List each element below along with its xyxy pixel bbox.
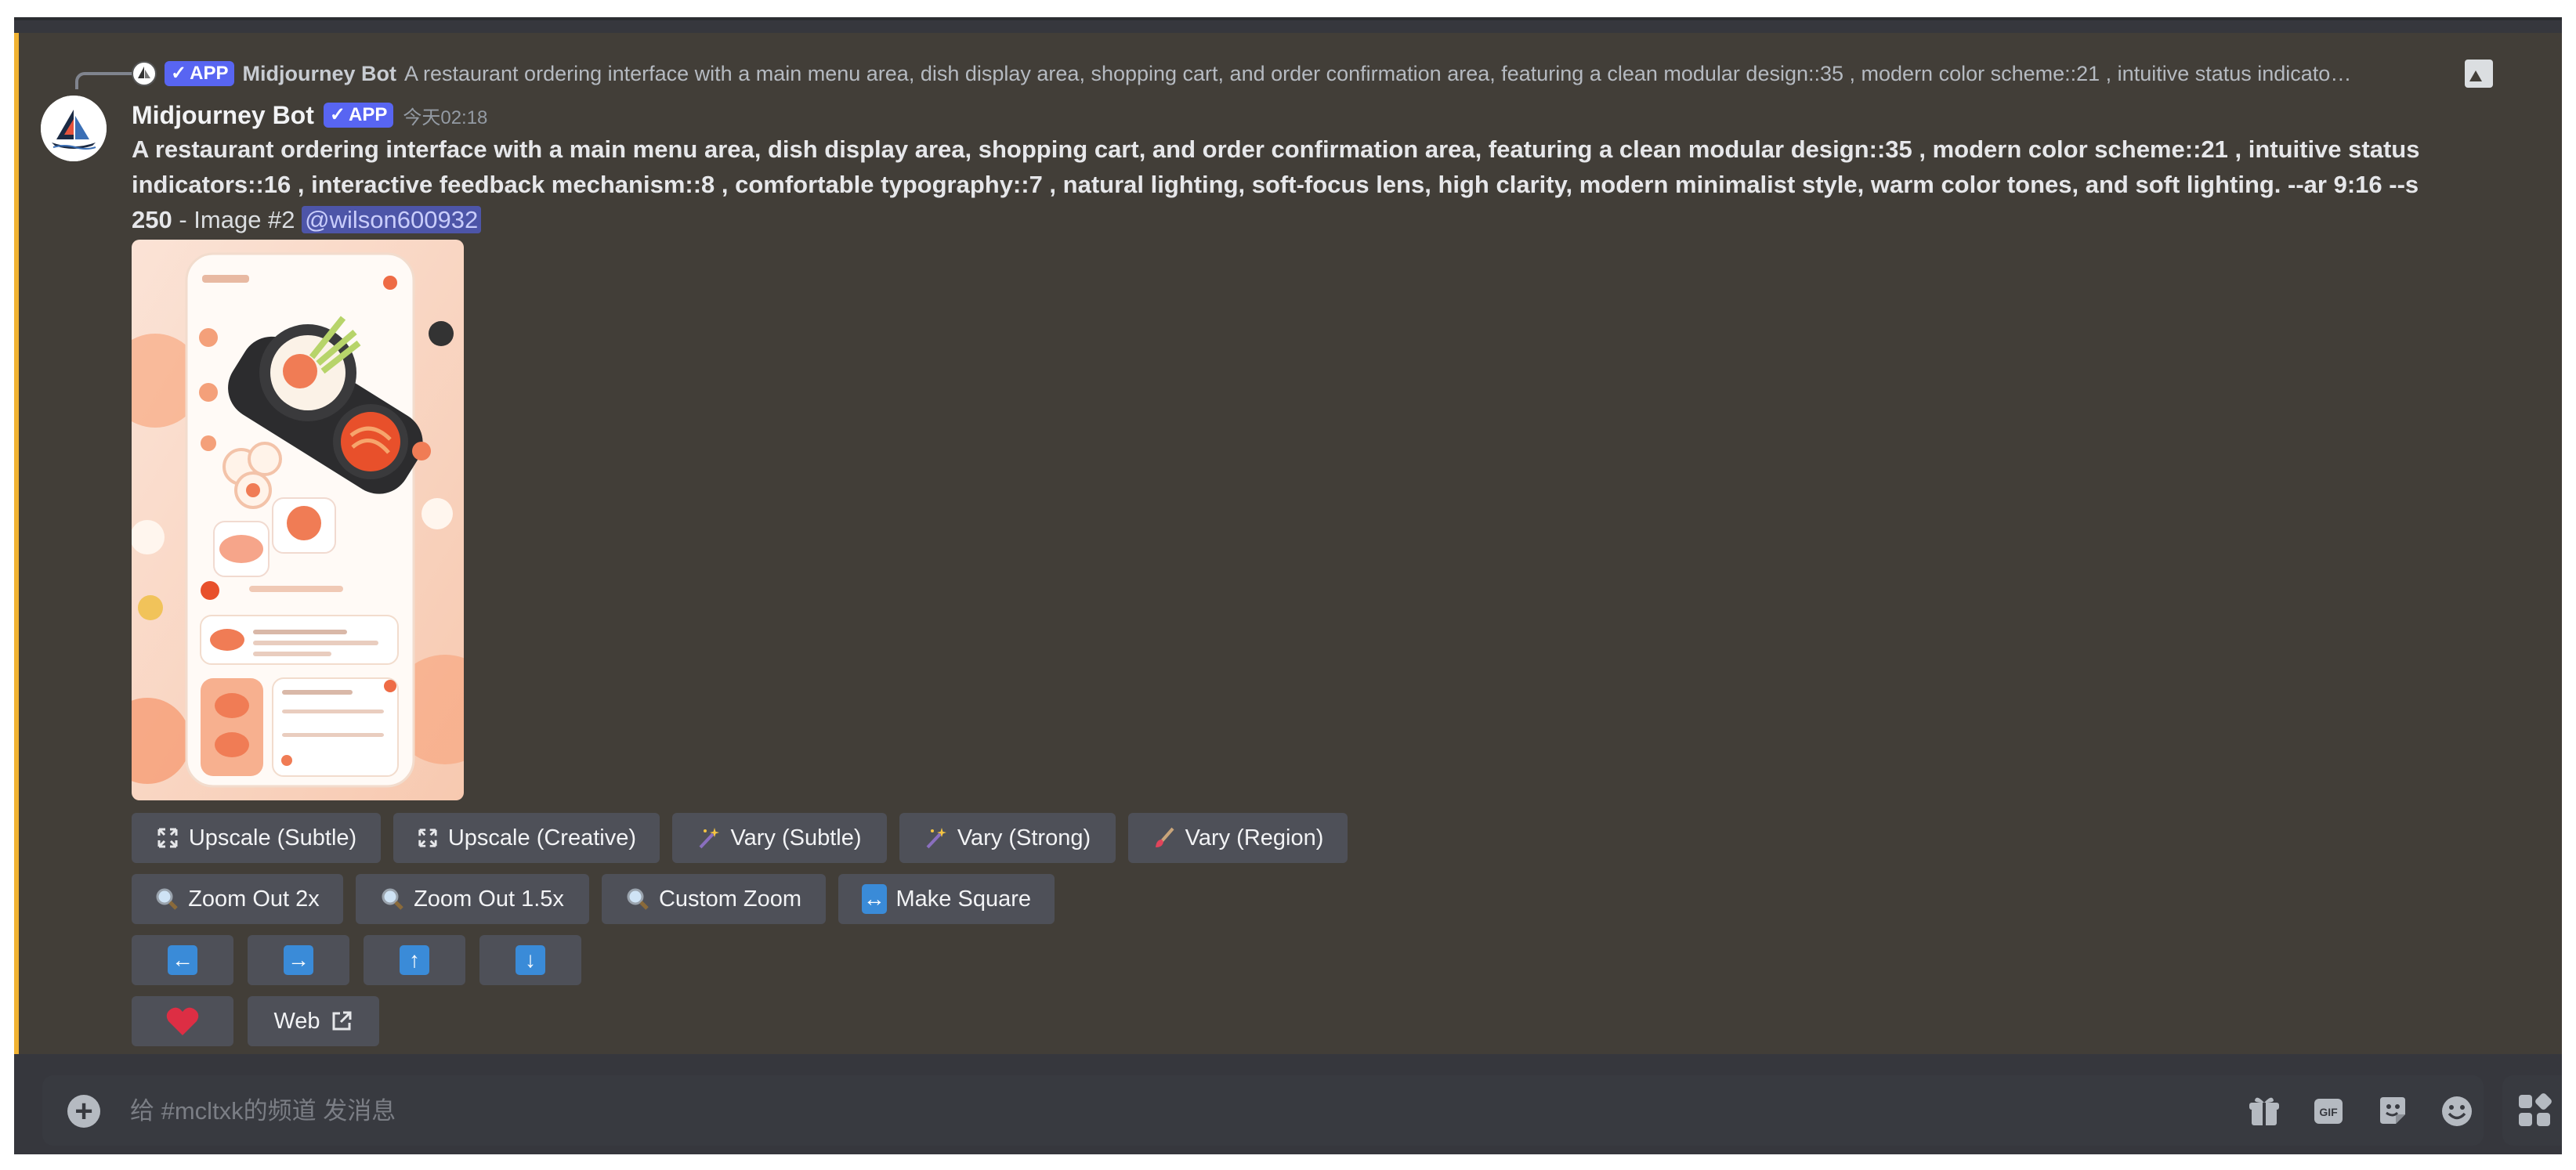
upscale-creative-label: Upscale (Creative) xyxy=(447,825,636,850)
vary-strong-button[interactable]: Vary (Strong) xyxy=(899,813,1116,863)
zoom-out-1-5x-button[interactable]: Zoom Out 1.5x xyxy=(356,874,589,924)
sparkle-wand-icon xyxy=(699,828,720,849)
app-badge-label: APP xyxy=(348,104,388,125)
message-input-bar: + GIF xyxy=(42,1075,2484,1146)
sticker-icon[interactable] xyxy=(2374,1092,2411,1130)
zoom-out-2x-button[interactable]: Zoom Out 2x xyxy=(132,874,343,924)
reply-author[interactable]: Midjourney Bot xyxy=(242,62,396,86)
generated-image[interactable] xyxy=(132,240,464,800)
web-button[interactable]: Web xyxy=(248,996,379,1046)
magnifier-icon xyxy=(382,888,403,910)
vary-region-label: Vary (Region) xyxy=(1185,825,1324,850)
expand-icon xyxy=(157,828,178,848)
arrow-right-icon: → xyxy=(284,945,313,975)
message-input[interactable] xyxy=(128,1088,2169,1135)
paintbrush-icon xyxy=(1155,827,1174,847)
top-divider xyxy=(14,17,2562,20)
highlight-accent-bar xyxy=(14,33,19,1054)
pan-row: ← → ↑ ↓ xyxy=(132,935,581,985)
heart-icon xyxy=(166,1007,199,1035)
message-container: ✓ APP Midjourney Bot A restaurant orderin… xyxy=(14,33,2562,1054)
custom-zoom-button[interactable]: Custom Zoom xyxy=(602,874,826,924)
favorite-button[interactable] xyxy=(132,996,233,1046)
gift-icon[interactable] xyxy=(2245,1092,2283,1130)
vary-strong-label: Vary (Strong) xyxy=(957,825,1091,850)
arrow-up-icon: ↑ xyxy=(400,945,429,975)
apps-icon xyxy=(2519,1093,2552,1126)
avatar[interactable] xyxy=(41,96,107,161)
make-square-button[interactable]: ↔ Make Square xyxy=(838,874,1055,924)
left-right-arrow-icon: ↔ xyxy=(862,884,887,914)
upscale-creative-button[interactable]: Upscale (Creative) xyxy=(393,813,660,863)
upscale-subtle-button[interactable]: Upscale (Subtle) xyxy=(132,813,381,863)
web-label: Web xyxy=(273,1008,320,1034)
reply-app-badge: ✓ APP xyxy=(165,61,235,86)
app-badge: ✓ APP xyxy=(323,103,394,128)
author-name[interactable]: Midjourney Bot xyxy=(132,101,314,130)
image-index-suffix: - Image #2 xyxy=(172,206,302,233)
magnifier-icon xyxy=(627,888,649,910)
reply-avatar xyxy=(132,61,157,86)
reply-app-badge-label: APP xyxy=(190,63,229,84)
reply-text: A restaurant ordering interface with a m… xyxy=(403,61,2352,85)
arrow-down-icon: ↓ xyxy=(516,945,545,975)
arrow-left-icon: ← xyxy=(168,945,197,975)
gif-icon[interactable]: GIF xyxy=(2310,1092,2347,1130)
custom-zoom-label: Custom Zoom xyxy=(658,886,802,912)
external-link-icon xyxy=(332,1011,352,1031)
pan-left-button[interactable]: ← xyxy=(132,935,233,985)
svg-text:GIF: GIF xyxy=(2319,1106,2338,1118)
upscale-subtle-label: Upscale (Subtle) xyxy=(188,825,357,850)
timestamp: 今天02:18 xyxy=(403,107,488,128)
image-icon xyxy=(2465,60,2493,88)
zoom-out-1-5x-label: Zoom Out 1.5x xyxy=(414,886,564,912)
action-row-1: Upscale (Subtle) Upscale (Creative) Vary… xyxy=(132,813,1348,863)
user-mention[interactable]: @wilson600932 xyxy=(302,206,482,233)
vary-subtle-button[interactable]: Vary (Subtle) xyxy=(672,813,887,863)
reply-reference[interactable]: ✓ APP Midjourney Bot A restaurant orderin… xyxy=(132,58,2482,89)
sparkle-wand-icon xyxy=(926,828,946,849)
plus-icon[interactable]: + xyxy=(67,1095,100,1128)
expand-icon xyxy=(418,829,437,847)
apps-button[interactable] xyxy=(2502,1075,2562,1146)
extra-row: Web xyxy=(132,996,379,1046)
action-row-2: Zoom Out 2x Zoom Out 1.5x Custom Zoom ↔ … xyxy=(132,874,1055,924)
emoji-icon[interactable] xyxy=(2438,1092,2476,1130)
magnifier-icon xyxy=(156,888,178,910)
pan-down-button[interactable]: ↓ xyxy=(479,935,581,985)
prompt-text: A restaurant ordering interface with a m… xyxy=(132,132,2458,237)
make-square-label: Make Square xyxy=(895,886,1032,912)
discord-window: ✓ APP Midjourney Bot A restaurant orderin… xyxy=(14,17,2562,1154)
message-header: Midjourney Bot ✓ APP 今天02:18 xyxy=(132,96,487,135)
pan-right-button[interactable]: → xyxy=(248,935,349,985)
vary-subtle-label: Vary (Subtle) xyxy=(730,825,862,850)
reply-spine xyxy=(75,72,133,89)
zoom-out-2x-label: Zoom Out 2x xyxy=(188,886,320,912)
pan-up-button[interactable]: ↑ xyxy=(364,935,465,985)
vary-region-button[interactable]: Vary (Region) xyxy=(1128,813,1348,863)
